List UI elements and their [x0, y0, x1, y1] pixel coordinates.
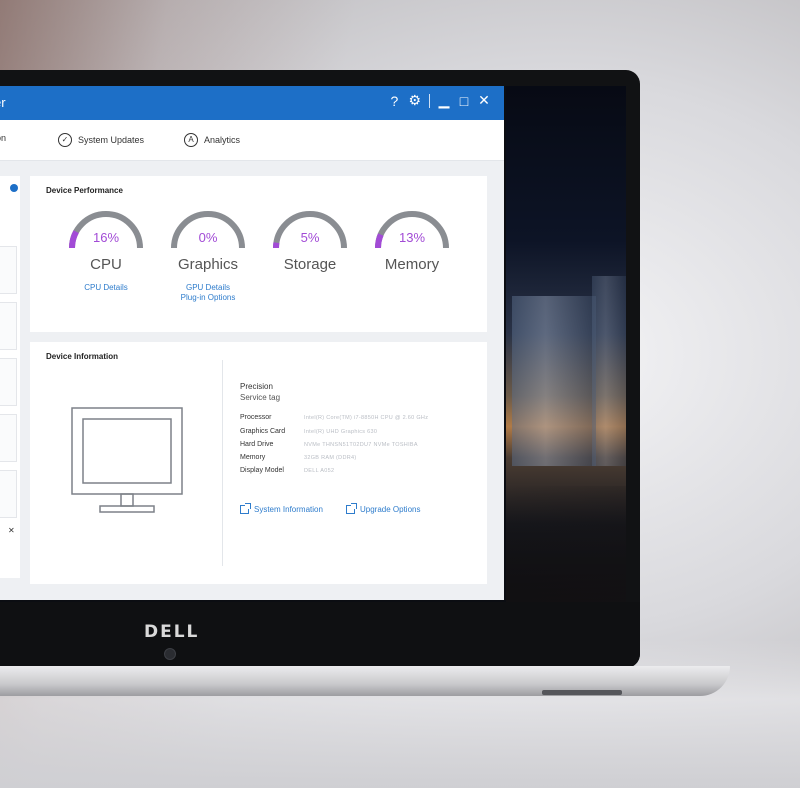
sidebar-item[interactable]: [0, 358, 17, 406]
dell-logo: DELL: [144, 622, 200, 642]
spec-value: DELL A052: [304, 468, 335, 474]
maximize-icon[interactable]: □: [458, 93, 470, 109]
nav-item-analytics[interactable]: A Analytics: [184, 133, 240, 147]
device-model: Precision: [240, 382, 273, 391]
plugin-options-link[interactable]: Plug-in Options: [168, 293, 248, 303]
gauge-percent: 0%: [198, 230, 218, 245]
spec-key: Processor: [240, 414, 272, 421]
laptop-vent: [542, 690, 622, 695]
webcam: [164, 648, 176, 660]
window-controls: ? ⚙ ▁ □ ✕: [388, 92, 490, 109]
spec-value: NVMe THNSN51T02DU7 NVMe TOSHIBA: [304, 442, 418, 448]
check-circle-icon: ✓: [58, 133, 72, 147]
gauge-label: Memory: [384, 256, 440, 273]
monitor-icon: [71, 407, 183, 513]
wallpaper-road: [506, 486, 626, 602]
gauge-percent: 5%: [300, 230, 320, 245]
settings-icon[interactable]: ⚙: [408, 92, 421, 109]
link-label: Upgrade Options: [360, 505, 421, 514]
info-icon[interactable]: [10, 184, 18, 192]
gauge-storage: 5% Storage: [270, 210, 350, 273]
device-performance-card: Device Performance 16% CPU CPU Details 0…: [30, 176, 487, 332]
gpu-details-link[interactable]: GPU Details: [168, 283, 248, 293]
external-link-icon: [240, 503, 251, 514]
sidebar-item[interactable]: [0, 414, 17, 462]
card-title: Device Performance: [46, 186, 123, 195]
sidebar-item[interactable]: [0, 302, 17, 350]
spec-row: Processor Intel(R) Core(TM) i7-8850H CPU …: [240, 414, 460, 421]
spec-key: Graphics Card: [240, 428, 286, 435]
gauge-percent: 13%: [398, 230, 426, 245]
gauge-label: Graphics: [177, 256, 239, 273]
spec-value: Intel(R) UHD Graphics 630: [304, 429, 378, 435]
window-title: er: [0, 95, 6, 110]
gauge-label: Storage: [283, 256, 337, 273]
help-icon[interactable]: ?: [388, 93, 400, 109]
section-divider: [222, 360, 223, 566]
nav-item-label: zation: [0, 133, 7, 143]
gauge-percent: 16%: [92, 230, 120, 245]
system-information-link[interactable]: System Information: [240, 503, 323, 514]
gauge-memory: 13% Memory: [372, 210, 452, 273]
nav-item-system-updates[interactable]: ✓ System Updates: [58, 133, 144, 147]
nav-item-optimization[interactable]: zation: [0, 133, 6, 143]
link-label: System Information: [254, 505, 323, 514]
gauge-label: CPU: [90, 256, 122, 273]
device-information-card: Device Information Precision Service tag…: [30, 342, 487, 584]
service-tag-label: Service tag: [240, 393, 281, 402]
close-icon[interactable]: ✕: [8, 526, 15, 535]
nav-item-label: Analytics: [204, 135, 241, 145]
analytics-icon: A: [184, 133, 198, 147]
cpu-details-link[interactable]: CPU Details: [66, 283, 146, 293]
spec-row: Display Model DELL A052: [240, 467, 460, 474]
spec-value: 32GB RAM (DDR4): [304, 455, 357, 461]
spec-key: Memory: [240, 454, 266, 461]
top-nav: zation ✓ System Updates A Analytics: [0, 120, 504, 161]
spec-value: Intel(R) Core(TM) i7-8850H CPU @ 2.60 GH…: [304, 415, 429, 421]
desktop-wallpaper: [506, 86, 626, 602]
gauge-cpu: 16% CPU CPU Details: [66, 210, 146, 293]
spec-key: Hard Drive: [240, 441, 274, 448]
wallpaper-building: [592, 276, 626, 466]
spec-row: Memory 32GB RAM (DDR4): [240, 454, 460, 461]
gauge-graphics: 0% Graphics GPU Details Plug-in Options: [168, 210, 248, 303]
wallpaper-building: [512, 296, 596, 466]
title-bar: er ? ⚙ ▁ □ ✕: [0, 86, 504, 120]
minimize-icon[interactable]: ▁: [438, 92, 450, 109]
card-title: Device Information: [46, 352, 119, 361]
sidebar-item[interactable]: [0, 246, 17, 294]
controls-divider: [429, 93, 430, 108]
close-icon[interactable]: ✕: [478, 92, 490, 109]
upgrade-options-link[interactable]: Upgrade Options: [346, 503, 421, 514]
app-window: er ? ⚙ ▁ □ ✕ zation ✓ System Updates A A…: [0, 86, 504, 600]
sidebar-panel: ✕: [0, 176, 20, 578]
spec-row: Hard Drive NVMe THNSN51T02DU7 NVMe TOSHIB…: [240, 441, 460, 448]
nav-item-label: System Updates: [78, 135, 145, 145]
spec-key: Display Model: [240, 467, 284, 474]
external-link-icon: [346, 503, 357, 514]
spec-row: Graphics Card Intel(R) UHD Graphics 630: [240, 428, 460, 435]
sidebar-item[interactable]: [0, 470, 17, 518]
laptop-bezel-bottom: [0, 602, 640, 668]
